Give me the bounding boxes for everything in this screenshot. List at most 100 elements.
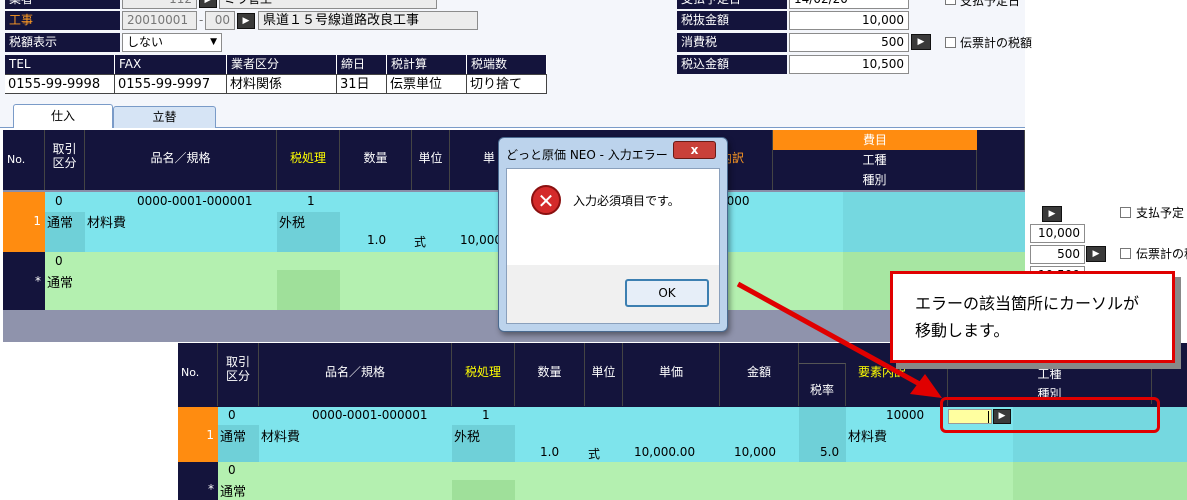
row1-code: 0000-0001-000001 [137, 194, 253, 208]
brow2-no-text: * [208, 482, 214, 496]
row2-kind-code: 0 [55, 254, 63, 268]
error-icon: ✕ [531, 185, 561, 215]
vendor-lookup-icon[interactable]: ▶ [199, 0, 217, 8]
th-extra [977, 130, 1025, 190]
project-label: 工事 [5, 11, 120, 30]
brow1-no[interactable]: 1 [178, 407, 218, 462]
row1-kind-code: 0 [55, 194, 63, 208]
right-tax-icon[interactable]: ▶ [1086, 246, 1106, 262]
pay-date-field[interactable]: 14/02/20 [789, 0, 909, 9]
tax-display-value: しない [127, 35, 164, 49]
pretax-field: 10,000 [789, 11, 909, 30]
brow1-breakdown-name: 材料費 [848, 430, 888, 445]
row1-unit: 式 [414, 235, 427, 249]
th-cost: 費目 [773, 130, 977, 150]
callout-line2: 移動します。 [915, 321, 1010, 340]
project-name-field: 県道１５号線道路改良工事 [258, 11, 478, 30]
th-type: 種別 [773, 170, 977, 190]
info-header-cell: 税計算 [387, 55, 467, 74]
info-value-cell: 切り捨て [467, 74, 547, 94]
callout-box: エラーの該当箇所にカーソルが 移動します。 [890, 271, 1175, 363]
ok-button[interactable]: OK [625, 279, 709, 307]
tab-purchase-label: 仕入 [50, 109, 75, 123]
row2-no-text: * [35, 274, 41, 288]
th-tax: 税処理 [277, 130, 340, 190]
th-kind: 取引 区分 [45, 130, 85, 190]
vendor-label: 業者 [5, 0, 120, 9]
tax-label: 消費税 [677, 33, 787, 52]
project-sub-field[interactable]: 00 [205, 11, 235, 30]
dialog-close-button[interactable]: x [673, 141, 716, 159]
dialog-content: ✕ 入力必須項目です。 OK [506, 168, 720, 324]
pay-date-check-label: 支払予定日 [960, 0, 1021, 8]
th-work: 工種 [773, 150, 977, 170]
right-slip-checkbox[interactable] [1120, 248, 1131, 259]
brow2-kind: 通常 [220, 485, 247, 500]
brow1-tax-code: 1 [482, 408, 490, 422]
th-qty: 数量 [340, 130, 412, 190]
brow2-kind-code: 0 [228, 463, 236, 477]
row2-kind: 通常 [47, 276, 74, 291]
info-value-cell: 材料関係 [227, 74, 337, 94]
row1-price: 10,000 [460, 233, 502, 247]
info-header-row: TEL FAX 業者区分 締日 税計算 税端数 [5, 55, 549, 74]
info-header-cell: FAX [115, 55, 227, 74]
bth-item: 品名／規格 [259, 343, 452, 406]
bth-kind: 取引 区分 [218, 343, 259, 406]
project-lookup-icon[interactable]: ▶ [237, 13, 255, 29]
tax-field[interactable]: 500 [789, 33, 909, 52]
close-icon: x [690, 143, 699, 157]
vendor-name-field: ミラ管工 [219, 0, 437, 9]
vendor-code-field[interactable]: 112 [122, 0, 197, 9]
bth-no: No. [178, 343, 218, 406]
right-pay-check-label: 支払予定 [1136, 206, 1185, 220]
tab-advance[interactable]: 立替 [113, 106, 216, 128]
row1-no[interactable]: 1 [3, 192, 45, 252]
slip-tax-checkbox[interactable] [945, 37, 956, 48]
info-header-cell: 業者区分 [227, 55, 337, 74]
info-value-cell: 伝票単位 [387, 74, 467, 94]
th-item: 品名／規格 [85, 130, 277, 190]
right-pay-checkbox[interactable] [1120, 207, 1131, 218]
pay-date-checkbox[interactable] [945, 0, 956, 5]
row1-no-text: 1 [33, 214, 41, 228]
arrow-head [910, 374, 942, 398]
brow2-no[interactable]: * [178, 462, 218, 500]
error-dialog: どっと原価 NEO - 入力エラー x ✕ 入力必須項目です。 OK [498, 137, 728, 332]
info-value-cell: 31日 [337, 74, 387, 94]
tab-purchase[interactable]: 仕入 [13, 104, 113, 128]
row1-tax-code: 1 [307, 194, 315, 208]
th-unit: 単位 [412, 130, 450, 190]
pay-date-label: 支払予定日 [677, 0, 787, 9]
brow2-shade-1 [452, 480, 515, 500]
info-value-cell: 0155-99-9997 [115, 74, 227, 94]
dialog-title: どっと原価 NEO - 入力エラー [506, 148, 668, 162]
tax-recalc-icon[interactable]: ▶ [911, 34, 931, 50]
pretax-label: 税抜金額 [677, 11, 787, 30]
row2-no[interactable]: * [3, 252, 45, 310]
chevron-down-icon: ▼ [210, 37, 217, 47]
project-dash: - [199, 13, 204, 27]
brow1-name: 材料費 [261, 430, 301, 445]
brow1-code: 0000-0001-000001 [312, 408, 428, 422]
right-pretax-field: 10,000 [1030, 224, 1085, 243]
info-value-row: 0155-99-9998 0155-99-9997 材料関係 31日 伝票単位 切り捨て [5, 74, 549, 94]
row1-qty: 1.0 [367, 233, 387, 247]
bth-tax: 税処理 [452, 343, 515, 406]
brow1-qty: 1.0 [540, 445, 560, 459]
info-header-cell: TEL [5, 55, 115, 74]
brow1-kind: 通常 [220, 430, 247, 445]
right-pay-lookup-icon[interactable]: ▶ [1042, 206, 1062, 222]
brow1-unit: 式 [588, 447, 601, 461]
brow1-price: 10,000.00 [634, 445, 696, 459]
project-code-field[interactable]: 20010001 [122, 11, 197, 30]
slip-tax-check-label: 伝票計の税額 [960, 36, 1033, 50]
dialog-message: 入力必須項目です。 [573, 194, 680, 208]
tax-display-select[interactable]: しない ▼ [122, 33, 222, 52]
total-label: 税込金額 [677, 55, 787, 74]
brow1-amount: 10,000 [734, 445, 776, 459]
right-slip-check-label: 伝票計の税 [1136, 247, 1187, 261]
brow1-tax: 外税 [454, 430, 481, 445]
bth-qty: 数量 [515, 343, 585, 406]
th-no: No. [3, 130, 45, 190]
